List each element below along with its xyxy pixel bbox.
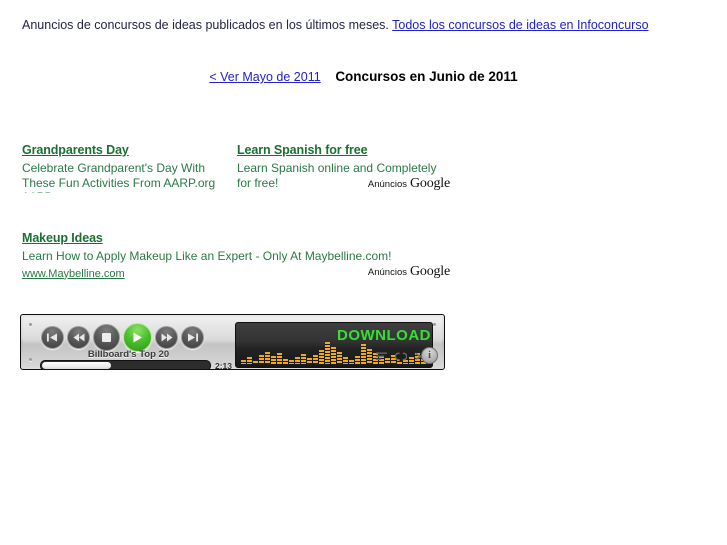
- equalizer-bar: [313, 355, 318, 364]
- ad-description: Celebrate Grandparent's Day With These F…: [22, 161, 216, 190]
- next-track-button[interactable]: [181, 326, 204, 349]
- attribution-word: Anúncios: [367, 267, 407, 278]
- equalizer-bar: [241, 360, 246, 364]
- equalizer-bar: [271, 356, 276, 364]
- equalizer-bar: [265, 352, 270, 364]
- player-display-panel: DOWNLOAD: [235, 322, 433, 368]
- equalizer-bar: [361, 344, 366, 364]
- equalizer-bar: [307, 358, 312, 364]
- media-player-body: Billboard's Top 20 2:13 DOWNLOAD i: [23, 317, 442, 370]
- playback-progress-row: 2:13: [40, 360, 232, 370]
- ad-display-url[interactable]: www.Maybelline.com: [22, 267, 125, 281]
- page-title: Concursos en Junio de 2011: [335, 69, 518, 84]
- ad-title-link[interactable]: Learn Spanish for free: [237, 143, 368, 158]
- ads-area: Grandparents Day Celebrate Grandparent's…: [22, 141, 452, 281]
- screw-icon: [433, 323, 436, 326]
- google-ads-attribution: Anúncios Google: [368, 264, 450, 280]
- equalizer-bar: [355, 356, 360, 364]
- media-player-widget[interactable]: Billboard's Top 20 2:13 DOWNLOAD i: [20, 314, 445, 370]
- ad-title-link[interactable]: Makeup Ideas: [22, 231, 103, 246]
- ad-unit: Makeup Ideas Learn How to Apply Makeup L…: [22, 229, 452, 281]
- ad-unit: Grandparents Day Celebrate Grandparent's…: [22, 141, 452, 193]
- progress-bar-fill: [42, 362, 111, 369]
- previous-month-link[interactable]: < Ver Mayo de 2011: [209, 70, 320, 84]
- ad-description: Learn How to Apply Makeup Like an Expert…: [22, 249, 392, 263]
- google-wordmark: Google: [409, 264, 450, 279]
- previous-track-button[interactable]: [41, 326, 64, 349]
- google-ads-attribution: Anúncios Google: [368, 176, 450, 192]
- equalizer-bar: [367, 349, 372, 364]
- download-banner-text: DOWNLOAD: [337, 327, 431, 344]
- elapsed-time-label: 2:13: [214, 360, 232, 370]
- all-contests-link[interactable]: Todos los concursos de ideas en Infoconc…: [392, 18, 648, 32]
- google-wordmark: Google: [409, 176, 450, 191]
- attribution-word: Anúncios: [367, 179, 407, 190]
- stop-button[interactable]: [93, 324, 120, 351]
- screw-icon: [29, 358, 32, 361]
- play-button[interactable]: [123, 323, 152, 352]
- month-navigation: < Ver Mayo de 2011 Concursos en Junio de…: [0, 69, 727, 85]
- page-header: Anuncios de concursos de ideas publicado…: [22, 18, 649, 33]
- screw-icon: [29, 323, 32, 326]
- skip-forward-icon: [187, 333, 198, 342]
- info-button[interactable]: i: [421, 347, 438, 364]
- equalizer-bar: [331, 347, 336, 364]
- equalizer-bar: [283, 359, 288, 364]
- equalizer-bar: [277, 353, 282, 364]
- equalizer-bar: [289, 360, 294, 364]
- equalizer-bar: [259, 355, 264, 364]
- progress-bar[interactable]: [40, 360, 211, 369]
- equalizer-icon[interactable]: [376, 352, 387, 361]
- page-header-text: Anuncios de concursos de ideas publicado…: [22, 18, 389, 32]
- equalizer-bar: [319, 350, 324, 364]
- ad-title-link[interactable]: Grandparents Day: [22, 143, 129, 158]
- stop-icon: [102, 333, 111, 342]
- track-title: Billboard's Top 20: [87, 349, 170, 360]
- playback-mode-icons: [376, 352, 426, 361]
- equalizer-bar: [295, 357, 300, 364]
- skip-back-icon: [47, 333, 58, 342]
- equalizer-bar: [247, 357, 252, 364]
- fast-forward-button[interactable]: [155, 326, 178, 349]
- equalizer-bar: [325, 342, 330, 364]
- play-icon: [132, 332, 143, 343]
- equalizer-bar: [301, 354, 306, 364]
- fast-forward-icon: [161, 333, 173, 342]
- rewind-button[interactable]: [67, 326, 90, 349]
- repeat-icon[interactable]: [395, 352, 407, 361]
- ad-slot: Grandparents Day Celebrate Grandparent's…: [22, 141, 237, 193]
- equalizer-bar: [343, 357, 348, 364]
- rewind-icon: [73, 333, 85, 342]
- equalizer-bar: [337, 352, 342, 364]
- transport-controls: [41, 323, 204, 352]
- equalizer-bar: [253, 361, 258, 364]
- ad-display-url[interactable]: AARP.org: [22, 190, 227, 193]
- equalizer-bar: [349, 360, 354, 364]
